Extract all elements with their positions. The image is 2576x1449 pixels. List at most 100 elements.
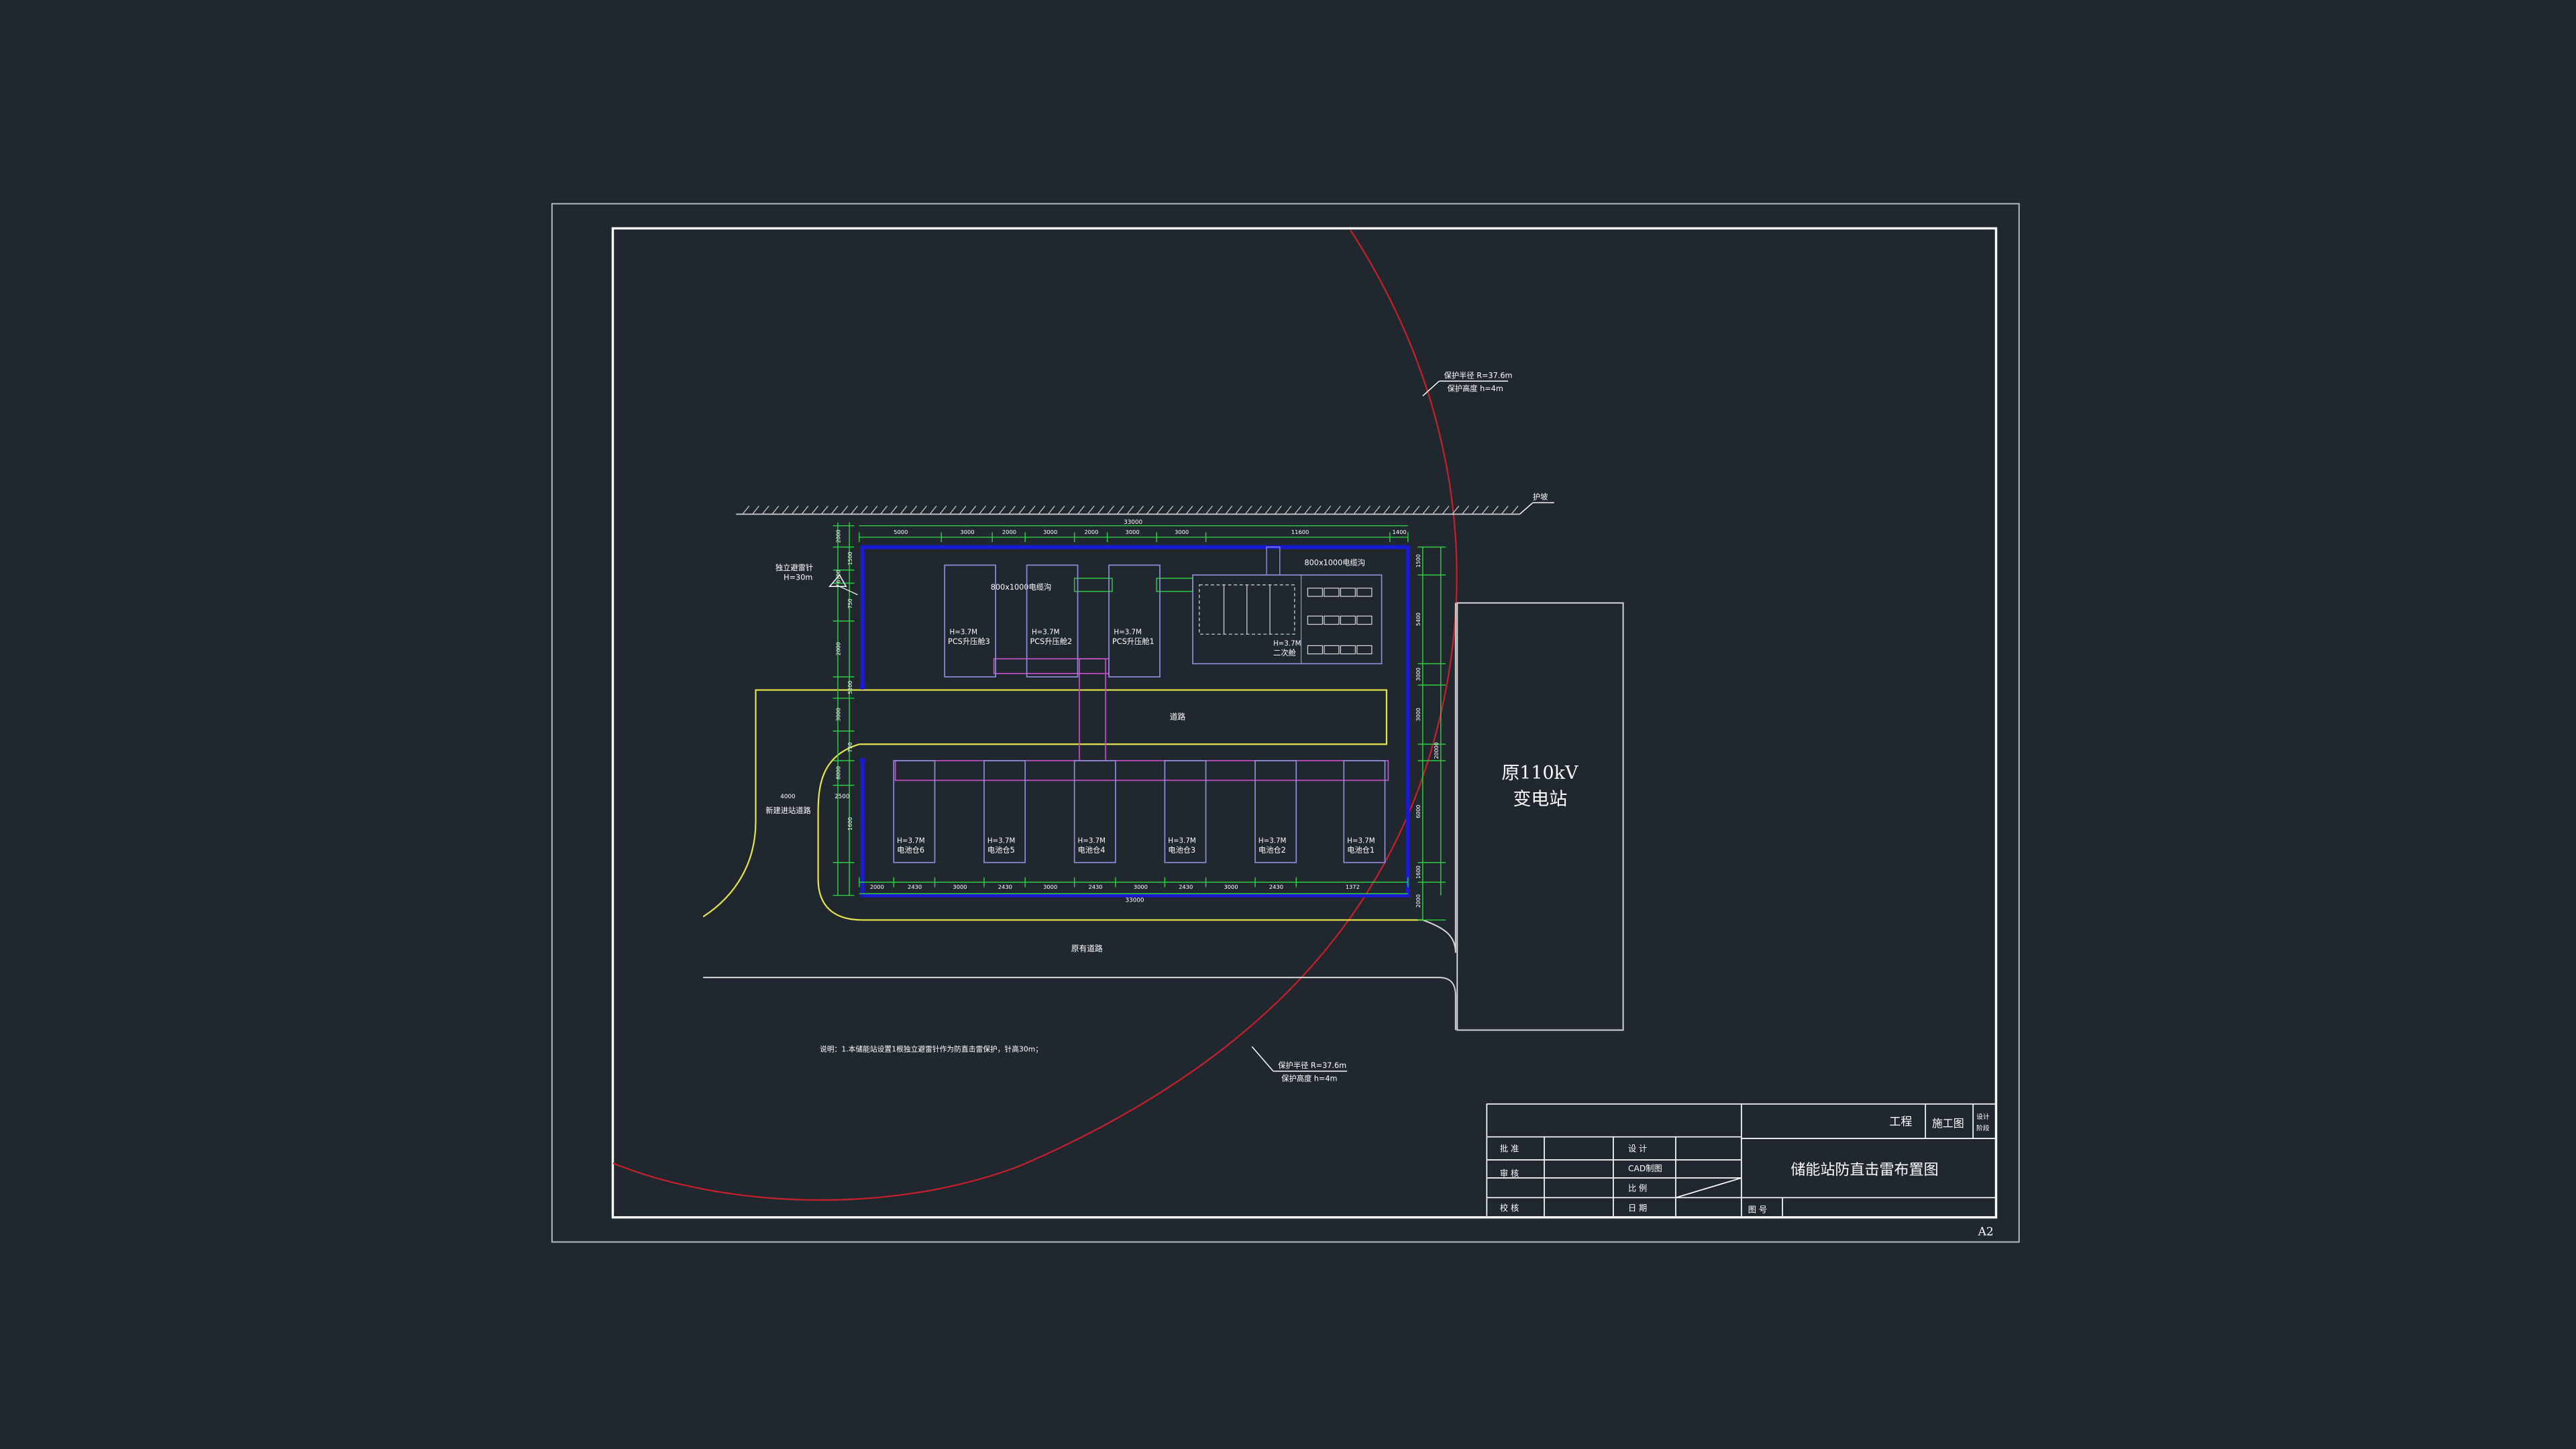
battery-cabin-label: 电池仓6 [897,845,924,855]
dim-bottom-segment: 2430 [1179,883,1193,890]
pcs-cabin-label: PCS升压舱1 [1112,637,1155,646]
pcs-cabin-height: H=3.7M [1114,628,1142,636]
cable-trench-secondary-connector [1156,578,1193,592]
title-stage-label-2: 阶段 [1976,1124,1990,1132]
dim-bottom-segment: 2000 [870,883,884,890]
battery-cabins: H=3.7M电池仓6H=3.7M电池仓5H=3.7M电池仓4H=3.7M电池仓3… [893,760,1386,863]
slope-hatch [736,505,1520,515]
dim-top-segment: 2000 [1084,529,1098,535]
dim-bottom-segment: 1372 [1346,883,1360,890]
dim-right-segment: 3000 [1415,708,1421,721]
title-date: 日 期 [1628,1203,1647,1213]
dimension-lines [837,522,1442,920]
new-access-road-label: 新建进站道路 [765,806,811,815]
sheet-size-label: A2 [1978,1226,1994,1239]
lightning-rod-label-2: H=30m [784,573,812,582]
title-project: 工程 [1889,1116,1912,1129]
roads [702,689,1423,921]
dim-left-segment: 2000 [836,529,842,543]
road-radius-dim: 2500 [835,794,850,800]
battery-cabin-label: 电池仓3 [1168,845,1195,855]
title-approve: 批 准 [1500,1144,1519,1154]
title-design: 设 计 [1628,1144,1647,1154]
substation-label-2: 变电站 [1513,789,1568,810]
dim-left-segment: 1500 [847,552,853,566]
dim-right-segment: 6000 [1415,805,1421,818]
cad-drawing-canvas[interactable]: A2 保护半径 R=37.6m 保护高度 h=4m 保护半径 R=37.6m 保… [0,0,2576,1449]
battery-cabin-label: 电池仓1 [1347,845,1375,855]
dim-bottom-segment: 2430 [908,883,922,890]
cable-trench-label-right: 800x1000电缆沟 [1304,558,1365,567]
existing-road-label: 原有道路 [1071,944,1103,953]
dim-right-segment: 3000 [1415,667,1421,681]
dim-bottom-segment: 2430 [1269,883,1283,890]
existing-road-lower [703,977,1456,1030]
pcs-cabin-label: PCS升压舱3 [948,637,990,646]
dim-left-segment: 750 [847,598,853,608]
existing-substation [1456,602,1624,1031]
dim-bottom-segment: 2430 [998,883,1012,890]
dim-right-segment: 5400 [1415,612,1421,626]
title-check: 校 核 [1500,1203,1519,1213]
pcs-cabin-height: H=3.7M [1032,628,1060,636]
cable-trench-pcs-connector [1073,578,1113,592]
battery-cabin-height: H=3.7M [897,837,925,845]
cable-trench-pcs-top [993,658,1110,674]
secondary-cabin-label: 二次舱 [1273,648,1296,657]
dim-left-segment: 8000 [836,766,842,780]
pcs-cabin-3[interactable] [944,564,996,678]
dim-left-segment: 1600 [847,817,853,830]
dim-top-total: 33000 [1124,519,1142,526]
battery-cabin-label: 电池仓2 [1258,845,1286,855]
dim-top-segment: 1400 [1393,529,1407,535]
pcs-cabins: H=3.7MPCS升压舱3H=3.7MPCS升压舱2H=3.7MPCS升压舱1 [944,564,1161,678]
enclosure-node-bottom [859,757,866,764]
dim-top-segment: 3000 [1043,529,1057,535]
substation-label-1: 原110kV [1501,763,1578,784]
dim-bottom-segment: 3000 [1224,883,1238,890]
dim-bottom-segment: 3000 [953,883,967,890]
drawing-title: 储能站防直击雷布置图 [1790,1162,1938,1179]
road-label: 道路 [1170,712,1186,722]
dim-right-segment: 1600 [1415,865,1421,879]
cable-trench-battery [894,760,1389,782]
protection-height-label-bottom: 保护高度 h=4m [1281,1073,1337,1083]
dim-bottom-segment: 2430 [1088,883,1102,890]
dim-left-segment: 2000 [836,642,842,655]
battery-cabin-label: 电池仓4 [1078,845,1106,855]
pcs-cabin-label: PCS升压舱2 [1030,637,1073,646]
pcs-cabin-1[interactable] [1108,564,1161,678]
design-note: 说明：1.本储能站设置1根独立避雷针作为防直击雷保护，针高30m； [820,1044,1042,1053]
title-block [1486,1103,1997,1218]
title-cad: CAD制图 [1628,1164,1662,1173]
dim-left-segment: 750 [847,743,853,753]
inner-road-outline [755,689,1388,822]
battery-cabin-height: H=3.7M [1168,837,1196,845]
lightning-rod[interactable] [828,574,858,596]
cable-trench-label-left: 800x1000电缆沟 [991,583,1052,592]
dim-left-segment: 5500 [847,681,853,694]
title-scale: 比 例 [1628,1184,1647,1193]
dim-top-segment: 3000 [1175,529,1189,535]
protection-radius-label-bottom: 保护半径 R=37.6m [1278,1061,1346,1070]
slope-label: 护坡 [1533,492,1548,501]
battery-cabin-label: 电池仓5 [987,845,1015,855]
lightning-rod-label-1: 独立避雷针 [775,563,813,572]
dim-top-segment: 11600 [1291,529,1309,535]
enclosure-node-top [859,684,866,690]
pcs-cabin-height: H=3.7M [950,628,978,636]
existing-road-upper [1422,602,1456,953]
pcs-cabin-2[interactable] [1026,564,1079,678]
battery-cabin-height: H=3.7M [987,837,1016,845]
protection-radius-label-top: 保护半径 R=37.6m [1444,370,1513,380]
dim-right-segment: 1500 [1415,554,1421,568]
title-drawing-no: 图 号 [1748,1205,1767,1214]
secondary-cabin-height: H=3.7M [1273,639,1301,647]
new-access-road-outer [702,821,757,918]
dim-right-segment: 2000 [1415,894,1421,908]
dim-left-segment: 3000 [836,708,842,721]
protection-zone [612,229,1458,1201]
outer-sheet-frame [551,203,2020,1243]
dim-bottom-segment: 3000 [1043,883,1057,890]
dim-top-segment: 3000 [960,529,974,535]
